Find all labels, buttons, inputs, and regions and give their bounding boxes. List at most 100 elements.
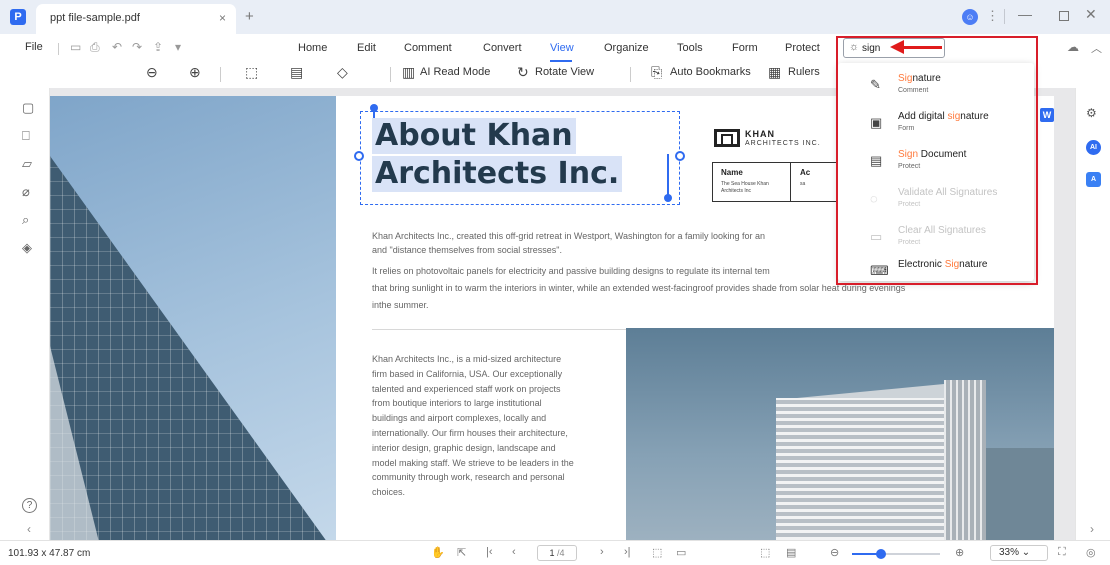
zoom-slider-thumb[interactable] [876, 549, 886, 559]
page-number-field[interactable]: 1 /4 [537, 545, 577, 561]
left-sidebar: ▢ ⎕ ▱ ⌀ ⌕ ◈ ? ‹ [0, 88, 50, 540]
select-cursor-icon[interactable]: ⇱ [457, 546, 466, 559]
app-logo-icon[interactable]: P [10, 9, 26, 25]
select-tool-icon[interactable]: ⬚ [245, 64, 258, 81]
info-name-value: The Sea House Khan Architects Inc [721, 181, 769, 194]
cloud-icon[interactable]: ☁ [1067, 40, 1079, 54]
rotate-view-icon: ↻ [517, 64, 529, 80]
tab-tools[interactable]: Tools [677, 42, 703, 54]
resize-handle-left[interactable] [354, 151, 364, 161]
attachment-icon[interactable]: ⌀ [22, 184, 30, 200]
select-mode-icon[interactable]: ⬚ [760, 546, 770, 559]
page-dimensions: 101.93 x 47.87 cm [8, 548, 91, 559]
tab-view[interactable]: View [550, 42, 574, 54]
selection-caret-bar [667, 154, 669, 198]
tab-comment[interactable]: Comment [404, 42, 452, 54]
more-icon[interactable]: ⋮ [986, 8, 999, 24]
chevron-left-icon[interactable]: ‹ [27, 522, 31, 536]
new-tab-button[interactable]: + [245, 8, 254, 25]
comments-icon[interactable]: ▱ [22, 156, 32, 172]
properties-icon[interactable]: ⚙ [1086, 106, 1097, 120]
ai-read-mode-button[interactable]: AI Read Mode [420, 66, 490, 78]
building-facade [776, 398, 944, 540]
print-icon[interactable]: ⎙ [90, 40, 100, 55]
tab-organize[interactable]: Organize [604, 42, 649, 54]
chevron-right-icon[interactable]: › [1090, 522, 1094, 536]
search-panel-icon[interactable]: ⌕ [22, 212, 29, 228]
column-line: buildings and airport complexes, locally… [372, 413, 547, 424]
close-window-button[interactable]: ✕ [1085, 6, 1097, 23]
bookmarks-icon[interactable]: ⎕ [22, 128, 30, 144]
resize-handle-right[interactable] [675, 151, 685, 161]
settings-icon[interactable]: ◎ [1086, 546, 1096, 559]
prev-page-icon[interactable]: ‹ [512, 546, 516, 558]
divider [1004, 9, 1005, 24]
undo-icon[interactable]: ↶ [112, 40, 122, 54]
first-page-icon[interactable]: |‹ [486, 546, 493, 558]
rulers-icon: ▦ [768, 64, 782, 80]
help-icon[interactable]: ? [22, 498, 37, 513]
maximize-button[interactable] [1059, 11, 1069, 21]
chevron-up-icon[interactable]: ︿ [1091, 40, 1102, 56]
divider [58, 43, 59, 55]
file-menu[interactable]: File [25, 41, 43, 53]
info-col2-value: sa [800, 181, 806, 187]
selection-caret-bottom[interactable] [664, 194, 672, 202]
document-tab[interactable]: ppt file-sample.pdf × [36, 4, 236, 34]
layers-icon[interactable]: ◈ [22, 240, 32, 256]
share-icon[interactable]: ⇪ [153, 40, 163, 54]
zoom-in-icon[interactable]: ⊕ [189, 64, 201, 81]
fullscreen-icon[interactable]: ⛶ [1058, 546, 1066, 559]
word-convert-icon[interactable]: W [1040, 108, 1054, 122]
logo-subtitle: ARCHITECTS INC. [745, 140, 821, 147]
status-bar: 101.93 x 47.87 cm ✋ ⇱ |‹ ‹ 1 /4 › ›| ⬚ ▭… [0, 540, 1110, 565]
divider [390, 67, 391, 82]
divider [630, 67, 631, 82]
auto-bookmarks-button[interactable]: Auto Bookmarks [670, 66, 751, 78]
building-side [944, 380, 986, 540]
next-page-icon[interactable]: › [600, 546, 604, 558]
save-icon[interactable]: ▭ [70, 40, 81, 54]
column-line: Khan Architects Inc., is a mid-sized arc… [372, 354, 562, 364]
column-line: internationally. Our firm houses their a… [372, 427, 568, 438]
paragraph-line: inthe summer. [372, 300, 429, 310]
column-line: community through work, research and per… [372, 472, 565, 483]
right-rail: ⚙ AI A › [1075, 88, 1110, 540]
layout-mode-icon[interactable]: ▤ [786, 546, 796, 559]
divider [790, 163, 791, 201]
zoom-in-icon[interactable]: ⊕ [955, 546, 964, 559]
last-page-icon[interactable]: ›| [624, 546, 631, 558]
heading-line-1[interactable]: About Khan [372, 118, 576, 154]
tab-edit[interactable]: Edit [357, 42, 376, 54]
tab-form[interactable]: Form [732, 42, 758, 54]
close-tab-icon[interactable]: × [219, 11, 226, 25]
tab-home[interactable]: Home [298, 42, 327, 54]
redo-icon[interactable]: ↷ [132, 40, 142, 54]
fit-width-icon[interactable]: ▭ [676, 546, 686, 559]
zoom-level-field[interactable]: 33% ⌄ [990, 545, 1048, 561]
tab-protect[interactable]: Protect [785, 42, 820, 54]
zoom-out-icon[interactable]: ⊖ [830, 546, 839, 559]
minimize-button[interactable]: — [1018, 6, 1032, 22]
rulers-button[interactable]: Rulers [788, 66, 820, 78]
fit-page-icon[interactable]: ⬚ [652, 546, 662, 559]
user-avatar-icon[interactable]: ☺ [962, 9, 978, 25]
zoom-slider[interactable] [852, 549, 940, 559]
customize-icon[interactable]: ▾ [175, 40, 181, 54]
paragraph-line: It relies on photovoltaic panels for ele… [372, 266, 770, 276]
page-layout-icon[interactable]: ▤ [290, 64, 303, 81]
fill-mode-icon[interactable]: ◇ [337, 64, 348, 81]
paragraph-line: that bring sunlight in to warm the inter… [372, 283, 906, 293]
thumbnails-icon[interactable]: ▢ [22, 100, 34, 116]
building-photo-right [626, 328, 1054, 540]
ai-translate-icon[interactable]: A [1086, 172, 1101, 187]
zoom-out-icon[interactable]: ⊖ [146, 64, 158, 81]
heading-line-2[interactable]: Architects Inc. [372, 156, 623, 192]
hand-tool-icon[interactable]: ✋ [431, 546, 445, 559]
divider [220, 67, 221, 82]
rotate-view-button[interactable]: Rotate View [535, 66, 594, 78]
tab-convert[interactable]: Convert [483, 42, 522, 54]
ai-assistant-icon[interactable]: AI [1086, 140, 1101, 155]
building-photo-left [50, 96, 336, 540]
title-bar: P ppt file-sample.pdf × + ☺ ⋮ — ✕ [0, 0, 1110, 34]
